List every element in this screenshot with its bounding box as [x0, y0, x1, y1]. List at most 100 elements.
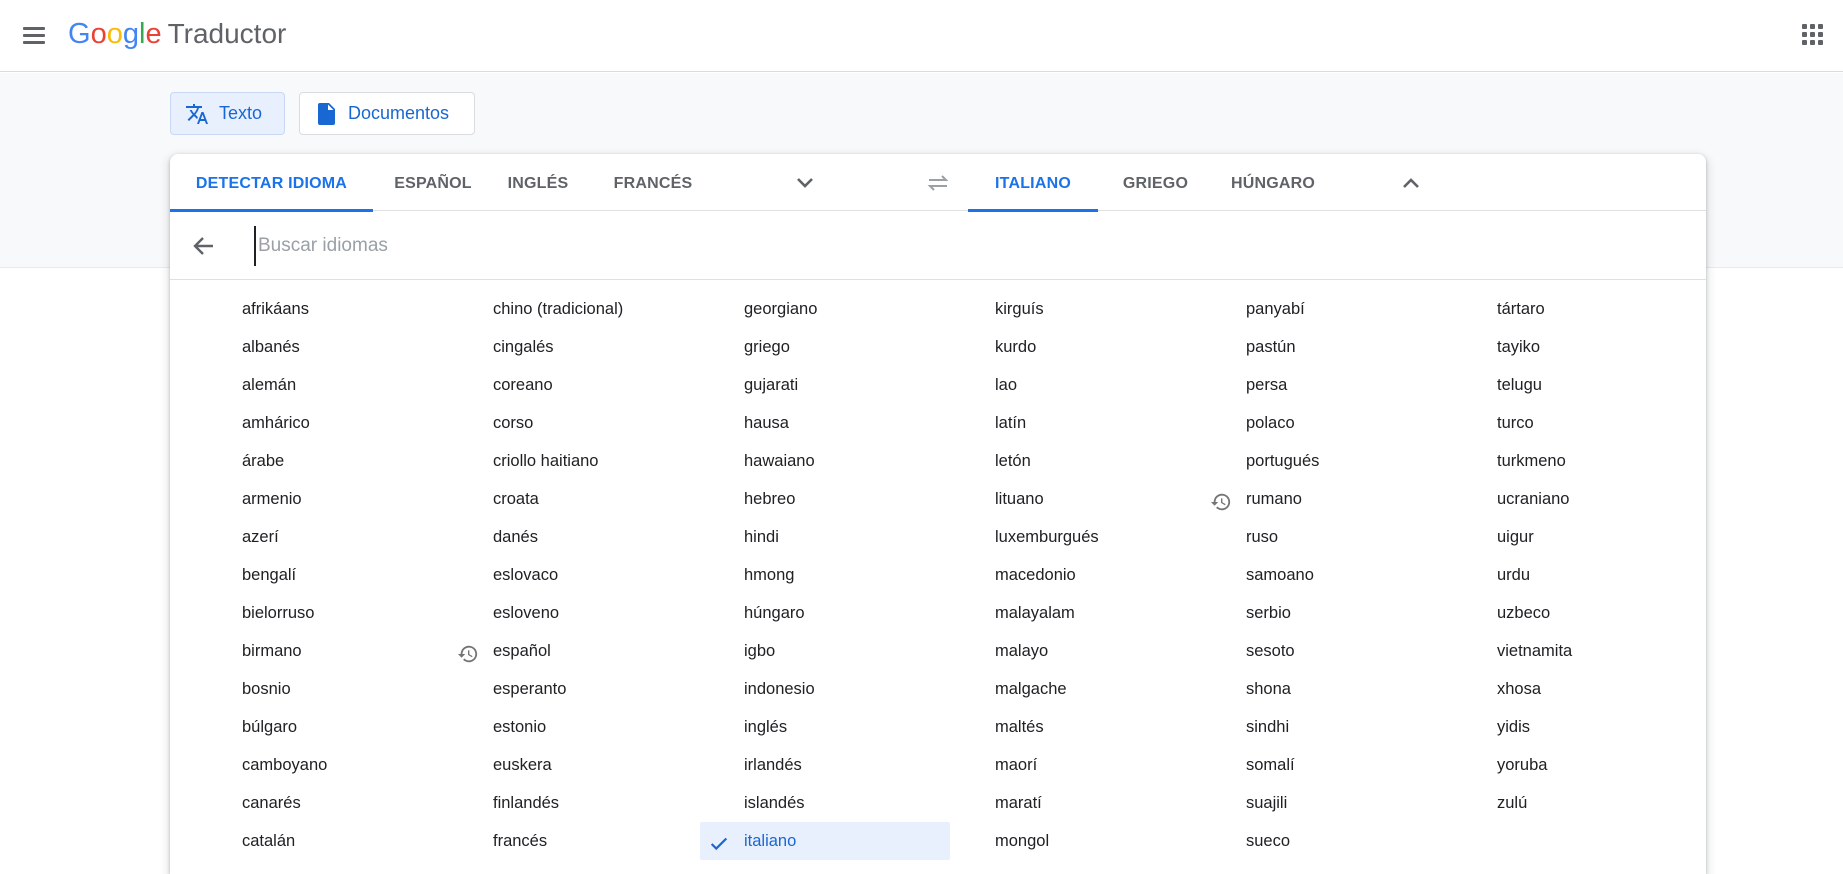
language-option[interactable]: hindi [744, 518, 779, 556]
language-option[interactable]: maratí [995, 784, 1042, 822]
language-option[interactable]: tayiko [1497, 328, 1540, 366]
language-option[interactable]: alemán [242, 366, 296, 404]
language-option[interactable]: yidis [1497, 708, 1530, 746]
language-option[interactable]: urdu [1497, 556, 1530, 594]
language-option[interactable]: azerí [242, 518, 279, 556]
language-option[interactable]: turco [1497, 404, 1534, 442]
language-option[interactable]: somalí [1246, 746, 1295, 784]
language-option[interactable]: malayo [995, 632, 1048, 670]
language-option[interactable]: tártaro [1497, 290, 1545, 328]
language-option[interactable]: suajili [1246, 784, 1287, 822]
language-option[interactable]: hawaiano [744, 442, 815, 480]
language-option[interactable]: uzbeco [1497, 594, 1550, 632]
language-option[interactable]: hebreo [744, 480, 795, 518]
language-option[interactable]: persa [1246, 366, 1287, 404]
language-option[interactable]: euskera [493, 746, 552, 784]
language-option[interactable]: canarés [242, 784, 301, 822]
tab-source-spanish[interactable]: ESPAÑOL [383, 154, 483, 211]
language-option[interactable]: uigur [1497, 518, 1534, 556]
language-option[interactable]: ucraniano [1497, 480, 1569, 518]
language-option[interactable]: birmano [242, 632, 302, 670]
language-option[interactable]: croata [493, 480, 539, 518]
language-option[interactable]: francés [493, 822, 547, 860]
language-option[interactable]: lao [995, 366, 1017, 404]
menu-icon[interactable] [20, 22, 48, 50]
language-option[interactable]: eslovaco [493, 556, 558, 594]
tab-source-french[interactable]: FRANCÉS [593, 154, 713, 211]
language-search-input[interactable] [254, 226, 1654, 266]
tab-detect-language[interactable]: DETECTAR IDIOMA [170, 154, 373, 212]
language-option[interactable]: kirguís [995, 290, 1044, 328]
chevron-up-icon[interactable] [1396, 168, 1426, 198]
language-option[interactable]: sesoto [1246, 632, 1295, 670]
language-option[interactable]: malayalam [995, 594, 1075, 632]
language-option[interactable]: chino (tradicional) [493, 290, 623, 328]
language-option[interactable]: mongol [995, 822, 1049, 860]
language-option[interactable]: serbio [1246, 594, 1291, 632]
language-option[interactable]: estonio [493, 708, 546, 746]
language-option[interactable]: coreano [493, 366, 553, 404]
language-option[interactable]: portugués [1246, 442, 1319, 480]
language-option[interactable]: samoano [1246, 556, 1314, 594]
language-option[interactable]: cingalés [493, 328, 554, 366]
language-option[interactable]: indonesio [744, 670, 815, 708]
language-option[interactable]: gujarati [744, 366, 798, 404]
language-option[interactable]: maorí [995, 746, 1037, 784]
language-option[interactable]: letón [995, 442, 1031, 480]
chevron-down-icon[interactable] [790, 168, 820, 198]
language-option[interactable]: esloveno [493, 594, 559, 632]
language-option[interactable]: griego [744, 328, 790, 366]
google-translate-logo[interactable]: Google Traductor [68, 16, 286, 52]
back-arrow-icon[interactable] [190, 232, 218, 260]
tab-target-italian[interactable]: ITALIANO [968, 154, 1098, 212]
language-option[interactable]: afrikáans [242, 290, 309, 328]
language-option[interactable]: malgache [995, 670, 1067, 708]
language-option[interactable]: georgiano [744, 290, 817, 328]
text-mode-button[interactable]: Texto [170, 92, 285, 135]
tab-target-greek[interactable]: GRIEGO [1108, 154, 1203, 211]
language-option[interactable]: camboyano [242, 746, 327, 784]
language-option[interactable]: pastún [1246, 328, 1296, 366]
language-option[interactable]: panyabí [1246, 290, 1305, 328]
language-option[interactable]: luxemburgués [995, 518, 1099, 556]
language-option[interactable]: turkmeno [1497, 442, 1566, 480]
language-option[interactable]: igbo [744, 632, 775, 670]
language-option[interactable]: inglés [744, 708, 787, 746]
language-option[interactable]: polaco [1246, 404, 1295, 442]
language-option[interactable]: húngaro [744, 594, 805, 632]
language-option[interactable]: corso [493, 404, 533, 442]
language-option[interactable]: ruso [1246, 518, 1278, 556]
language-option[interactable]: telugu [1497, 366, 1542, 404]
language-option[interactable]: sueco [1246, 822, 1290, 860]
language-option[interactable]: finlandés [493, 784, 559, 822]
language-option[interactable]: xhosa [1497, 670, 1541, 708]
language-option[interactable]: hausa [744, 404, 789, 442]
language-option[interactable]: italiano [700, 822, 950, 860]
language-option[interactable]: sindhi [1246, 708, 1289, 746]
language-option[interactable]: árabe [242, 442, 284, 480]
language-option[interactable]: hmong [744, 556, 794, 594]
tab-target-hungarian[interactable]: HÚNGARO [1213, 154, 1333, 211]
language-option[interactable]: lituano [995, 480, 1044, 518]
language-option[interactable]: latín [995, 404, 1026, 442]
language-option[interactable]: shona [1246, 670, 1291, 708]
language-option[interactable]: criollo haitiano [493, 442, 598, 480]
language-option[interactable]: albanés [242, 328, 300, 366]
language-option[interactable]: maltés [995, 708, 1044, 746]
language-option[interactable]: bielorruso [242, 594, 314, 632]
language-option[interactable]: irlandés [744, 746, 802, 784]
language-option[interactable]: kurdo [995, 328, 1036, 366]
language-option[interactable]: esperanto [493, 670, 566, 708]
documents-mode-button[interactable]: Documentos [299, 92, 475, 135]
language-option[interactable]: amhárico [242, 404, 310, 442]
language-option[interactable]: islandés [744, 784, 805, 822]
language-option[interactable]: zulú [1497, 784, 1527, 822]
apps-grid-icon[interactable] [1800, 22, 1824, 46]
language-option[interactable]: búlgaro [242, 708, 297, 746]
language-option[interactable]: bosnio [242, 670, 291, 708]
swap-languages-icon[interactable] [923, 168, 953, 198]
language-option[interactable]: español [457, 632, 551, 670]
language-option[interactable]: danés [493, 518, 538, 556]
language-option[interactable]: bengalí [242, 556, 296, 594]
language-option[interactable]: macedonio [995, 556, 1076, 594]
